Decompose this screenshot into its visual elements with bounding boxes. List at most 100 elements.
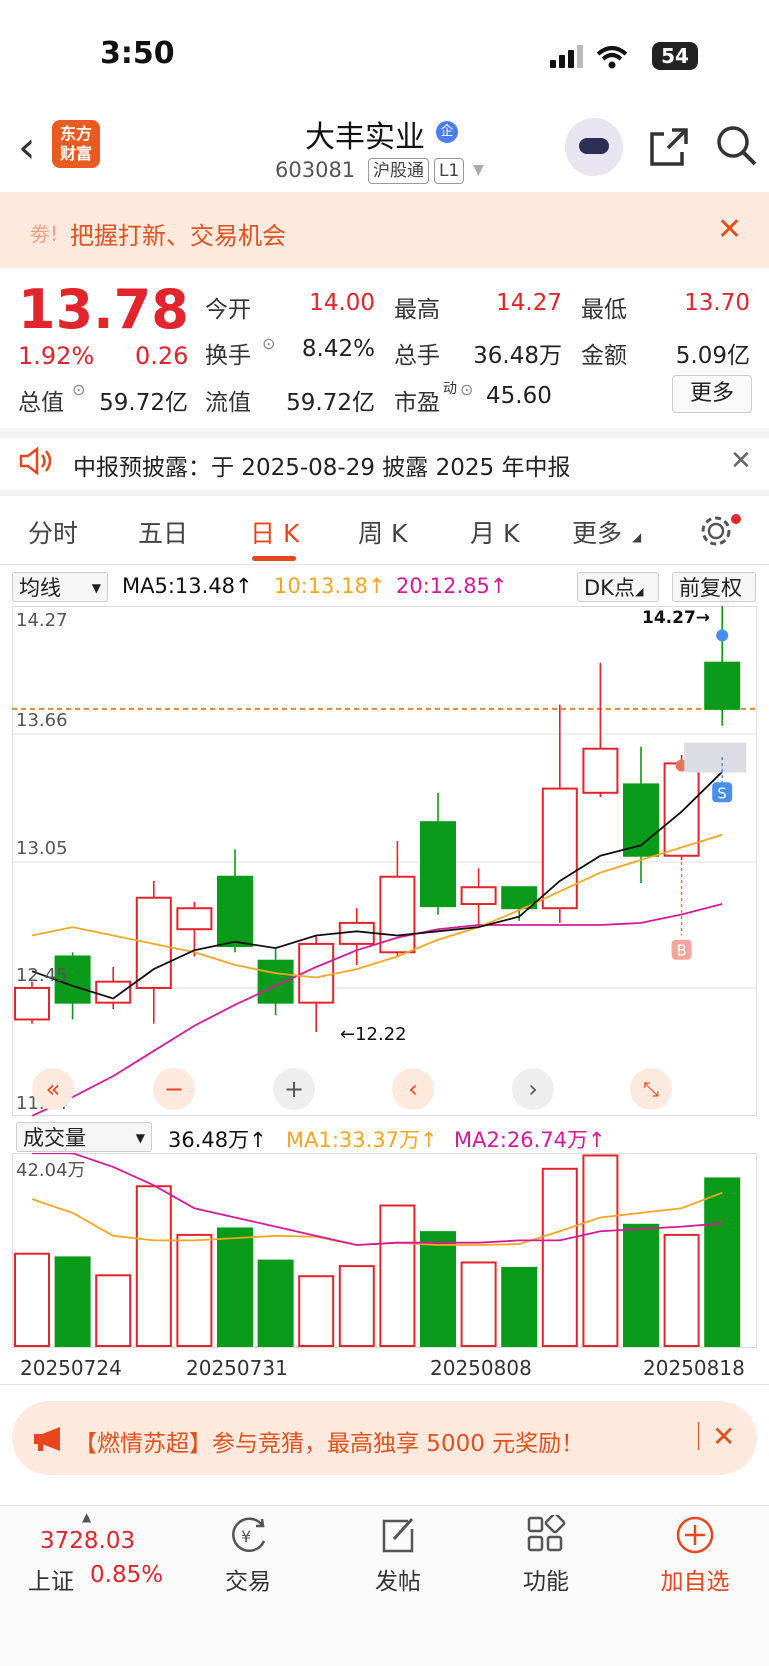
tab-more[interactable]: 更多 xyxy=(572,514,622,550)
divider xyxy=(0,1384,769,1385)
indicator-select[interactable]: 均线 ▼ xyxy=(12,572,108,602)
double-left-icon[interactable]: « xyxy=(32,1068,74,1110)
promo-text[interactable]: 【燃情苏超】参与竞猜，最高独享 5000 元奖励！ xyxy=(74,1424,584,1458)
volume-bar xyxy=(460,1261,497,1347)
grid-apps-icon[interactable] xyxy=(526,1515,566,1555)
y-tick-label: 13.05 xyxy=(16,838,68,859)
candle-body xyxy=(704,661,741,710)
tab-five-day[interactable]: 五日 xyxy=(138,514,188,550)
high-label: 最高 xyxy=(394,297,440,323)
volume-label: 总手 xyxy=(394,343,440,369)
open-label: 今开 xyxy=(205,297,251,323)
sell-marker-label: S xyxy=(717,784,727,802)
sell-zone-box xyxy=(684,742,747,773)
close-icon[interactable]: ✕ xyxy=(712,1420,735,1453)
zoom-in-icon[interactable]: + xyxy=(273,1068,315,1110)
chevron-right-icon[interactable]: › xyxy=(512,1068,554,1110)
index-name[interactable]: 上证 xyxy=(28,1562,74,1596)
trade-yen-icon[interactable]: ¥ xyxy=(228,1515,272,1555)
zoom-out-icon[interactable]: − xyxy=(153,1068,195,1110)
float-label: 流值 xyxy=(205,390,251,416)
tab-intraday[interactable]: 分时 xyxy=(28,514,78,550)
search-icon[interactable] xyxy=(715,124,759,168)
x-date-label: 20250818 xyxy=(643,1356,745,1380)
ma20-legend: 20:12.85↑ xyxy=(396,574,508,598)
x-date-label: 20250808 xyxy=(430,1356,532,1380)
amount-label: 金额 xyxy=(581,343,627,369)
level-tag: L1 xyxy=(434,158,465,184)
x-date-label: 20250724 xyxy=(20,1356,122,1380)
volume-bar xyxy=(135,1185,172,1347)
volume-bar xyxy=(623,1223,659,1347)
notification-dot xyxy=(731,514,741,524)
y-tick-label: 12.45 xyxy=(16,965,68,986)
divider xyxy=(698,1422,699,1450)
candle-body xyxy=(420,821,456,908)
change-percent: 1.92% xyxy=(18,342,95,370)
battery-indicator: 54 xyxy=(652,42,698,70)
fullscreen-icon[interactable]: ⤡ xyxy=(630,1068,672,1110)
candle-body xyxy=(217,875,253,948)
speaker-icon xyxy=(19,446,52,476)
y-tick-label: 13.66 xyxy=(16,710,68,731)
gear-icon[interactable] xyxy=(699,514,733,548)
more-fields-button[interactable]: 更多 xyxy=(672,375,752,413)
pe-superscript: 动 xyxy=(443,381,457,397)
enterprise-badge: 企 xyxy=(436,121,458,143)
nav-functions[interactable]: 功能 xyxy=(496,1562,596,1596)
close-icon[interactable]: ✕ xyxy=(730,446,752,476)
status-time: 3:50 xyxy=(100,36,175,71)
volume-bar xyxy=(338,1265,375,1347)
up-triangle-icon: ▲ xyxy=(82,1510,92,1524)
candle-body xyxy=(582,747,619,794)
tab-weekly-k[interactable]: 周 K xyxy=(358,514,407,550)
back-arrow-icon[interactable]: ‹ xyxy=(18,122,36,173)
candle-body xyxy=(460,886,497,906)
turnover-label: 换手 xyxy=(205,343,251,369)
mcap-value: 59.72亿 xyxy=(99,390,188,416)
volume-indicator-select[interactable]: 成交量 ▼ xyxy=(16,1122,152,1152)
compose-icon[interactable] xyxy=(378,1515,418,1555)
candle-body xyxy=(257,959,294,1004)
high-marker: 14.27→ xyxy=(642,608,711,628)
volume-ma1: MA1:33.37万↑ xyxy=(286,1128,438,1152)
candle-body xyxy=(663,762,700,857)
info-icon[interactable]: ⊙ xyxy=(460,380,473,399)
close-icon[interactable]: ✕ xyxy=(717,212,742,247)
float-value: 59.72亿 xyxy=(286,390,375,416)
volume-bar xyxy=(298,1275,335,1347)
chevron-left-icon[interactable]: ‹ xyxy=(392,1068,434,1110)
adjust-select[interactable]: 前复权 xyxy=(672,572,756,602)
tab-monthly-k[interactable]: 月 K xyxy=(470,514,519,550)
dk-point-select[interactable]: DK点◢ xyxy=(577,572,659,602)
active-tab-indicator xyxy=(252,556,296,561)
index-change[interactable]: 0.85% xyxy=(90,1562,163,1588)
banner-text[interactable]: 把握打新、交易机会 xyxy=(70,216,286,251)
volume-bar xyxy=(379,1204,416,1348)
robot-visor-icon xyxy=(579,138,609,154)
add-circle-icon[interactable] xyxy=(675,1515,715,1555)
app-logo: 东方 财富 xyxy=(52,120,100,168)
nav-post[interactable]: 发帖 xyxy=(348,1562,448,1596)
tab-daily-k[interactable]: 日 K xyxy=(250,514,299,550)
hk-connect-tag: 沪股通 xyxy=(368,158,429,184)
volume-bar xyxy=(420,1231,456,1347)
ma10-legend: 10:13.18↑ xyxy=(274,574,386,598)
last-price: 13.78 xyxy=(18,278,189,341)
index-value[interactable]: 3728.03 xyxy=(40,1528,135,1554)
divider xyxy=(0,490,769,496)
caret-icon: ◢ xyxy=(632,530,642,544)
volume-bar xyxy=(176,1233,213,1347)
amount-value: 5.09亿 xyxy=(675,343,750,369)
volume-bar xyxy=(501,1266,538,1347)
earnings-notice[interactable]: 中报预披露：于 2025-08-29 披露 2025 年中报 xyxy=(73,448,570,482)
nav-add-watchlist[interactable]: 加自选 xyxy=(645,1562,745,1596)
share-icon[interactable] xyxy=(648,126,690,168)
volume-latest: 36.48万↑ xyxy=(168,1128,267,1152)
chevron-down-icon[interactable]: ▼ xyxy=(473,162,484,178)
volume-bar xyxy=(663,1233,700,1347)
nav-trade[interactable]: 交易 xyxy=(198,1562,298,1596)
volume-chart[interactable] xyxy=(12,1153,757,1348)
volume-bar xyxy=(541,1167,578,1348)
volume-ma1-line xyxy=(31,1191,723,1246)
